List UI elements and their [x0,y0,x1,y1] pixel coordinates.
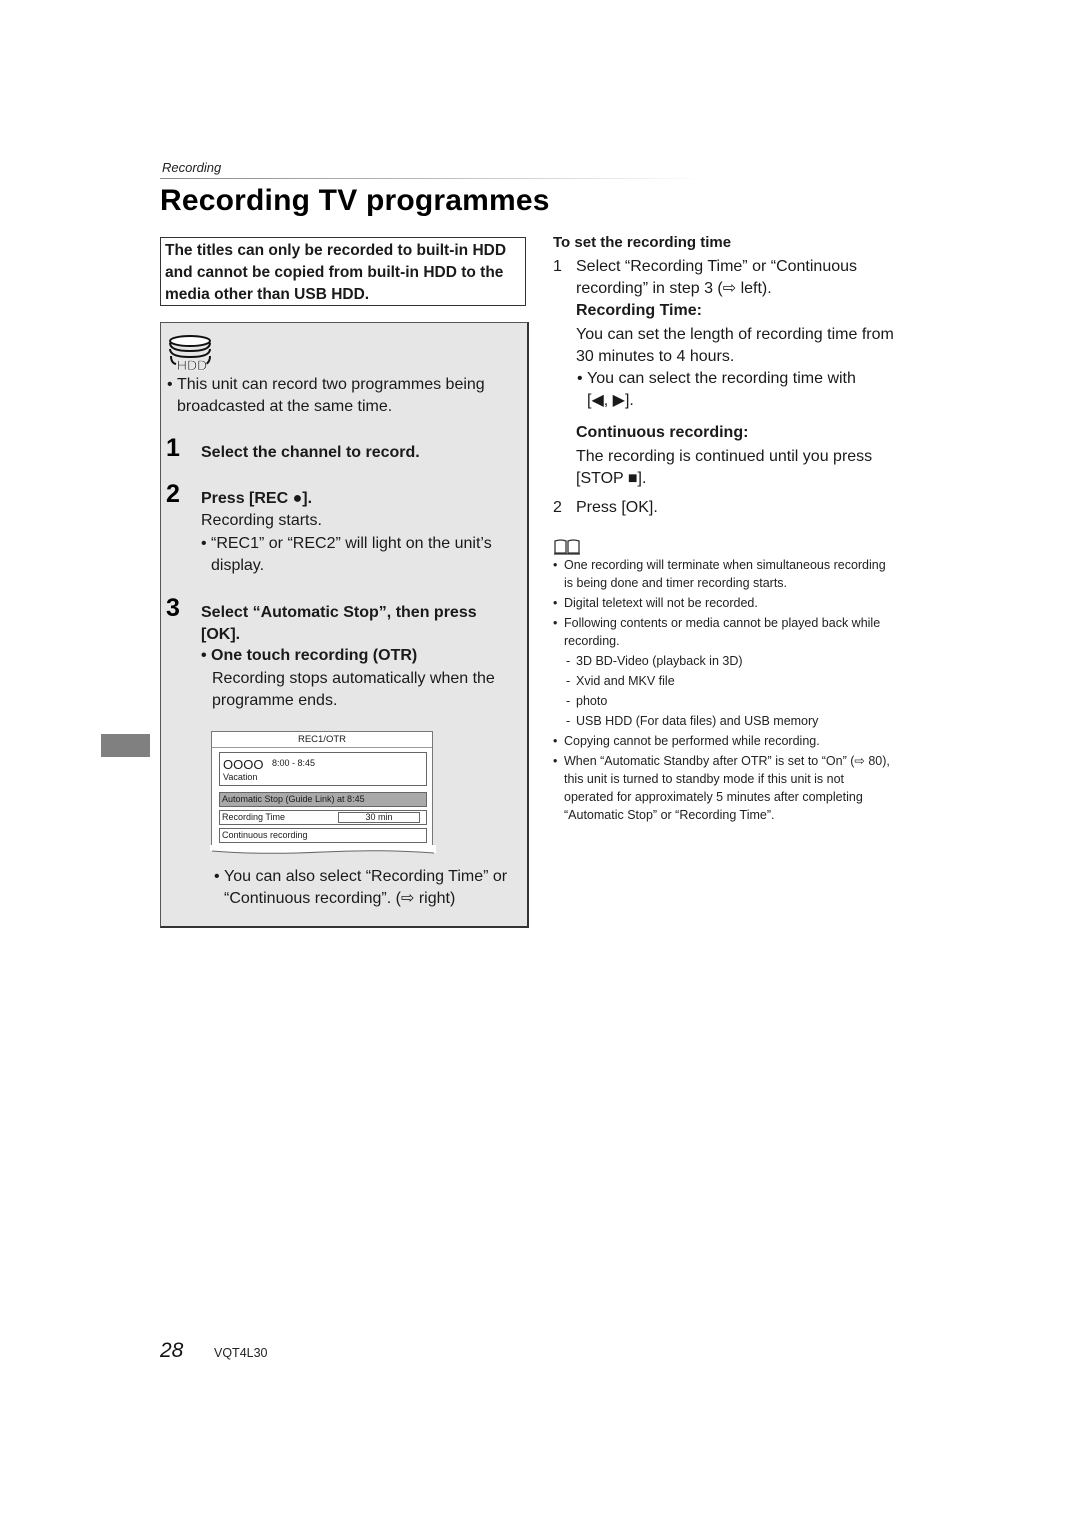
otr-screen-illustration: REC1/OTR OOOO 8:00 - 8:45 Vacation Autom… [210,731,436,854]
section-label: Recording [162,160,222,175]
note-item: Copying cannot be performed while record… [564,732,924,750]
chapter-tab-marker [101,734,150,757]
step-number: 3 [166,594,180,622]
continuous-recording-section: Continuous recording: The recording is c… [576,424,873,487]
osd-divider [212,747,432,748]
step-title: Press [REC ●]. [201,490,313,507]
osd-option-recording-time[interactable]: Recording Time 30 min [219,810,427,825]
note-item: When “Automatic Standby after OTR” is se… [564,752,924,824]
osd-option-continuous[interactable]: Continuous recording [219,828,427,843]
note-item: One recording will terminate when simult… [564,556,924,592]
book-icon [554,539,580,555]
step-bullet: You can also select “Recording Time” or … [214,866,507,910]
recording-time-bullet: You can select the recording time with [… [577,368,856,412]
right-step-2: Press [OK]. [576,499,658,516]
section-divider [160,178,705,179]
osd-option-automatic-stop[interactable]: Automatic Stop (Guide Link) at 8:45 [219,792,427,807]
step-title: Select the channel to record. [201,444,420,461]
page-number: 28 [160,1339,184,1362]
osd-time: 8:00 - 8:45 [272,758,316,768]
notes-list: One recording will terminate when simult… [564,556,924,824]
otr-description: Recording stops automatically when the p… [212,670,495,709]
right-step-number: 2 [553,499,562,516]
right-step-number: 1 [553,258,562,275]
intro-bullet: This unit can record two programmes bein… [167,374,485,418]
right-step-1: Select “Recording Time” or “Continuous r… [576,258,894,365]
right-heading: To set the recording time [553,234,732,251]
note-subitem: 3D BD-Video (playback in 3D) [576,652,924,670]
torn-edge [210,845,436,854]
note-item: Digital teletext will not be recorded. [564,594,924,612]
otr-heading: One touch recording (OTR) [201,645,417,667]
note-subitem: USB HDD (For data files) and USB memory [576,712,924,730]
hdd-icon: HDD [169,335,211,372]
svg-text:HDD: HDD [177,357,207,372]
step-detail: Recording starts. [201,512,322,529]
note-item: Following contents or media cannot be pl… [564,614,924,650]
step-title: Select “Automatic Stop”, then press [OK]… [201,604,477,643]
osd-programme-info: OOOO 8:00 - 8:45 Vacation [219,752,427,786]
note-subitem: photo [576,692,924,710]
step-number: 1 [166,434,180,462]
osd-channel: OOOO [223,757,264,772]
document-code: VQT4L30 [214,1346,268,1360]
osd-recording-time-value[interactable]: 30 min [338,812,420,823]
step-bullet: “REC1” or “REC2” will light on the unit’… [201,533,492,577]
step-number: 2 [166,480,180,508]
osd-programme: Vacation [223,772,258,782]
notice-box: The titles can only be recorded to built… [160,237,526,306]
page-title: Recording TV programmes [160,184,550,217]
note-subitem: Xvid and MKV file [576,672,924,690]
osd-title: REC1/OTR [297,734,347,745]
